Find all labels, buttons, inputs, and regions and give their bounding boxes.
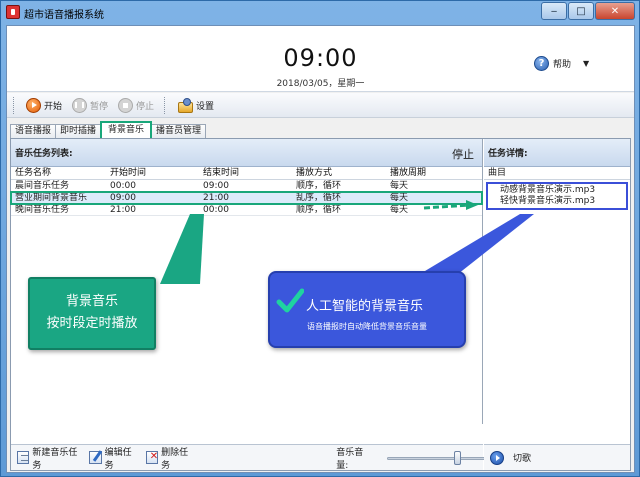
playback-status: 停止 [452,148,474,161]
music-task-list-title: 音乐任务列表: [15,149,73,159]
task-details: 任务详情: 曲目 动感背景音乐演示.mp3 轻快背景音乐演示.mp3 [484,139,630,424]
tab-instant-insert[interactable]: 即时插播 [55,124,102,138]
table-row[interactable]: 晨间音乐任务 00:00 09:00 顺序，循环 每天 [11,180,482,192]
cell-play-cycle: 每天 [390,205,409,215]
next-song-label: 切歌 [513,454,532,464]
close-button[interactable]: ✕ [595,2,635,20]
cell-start-time: 21:00 [110,205,136,215]
caret-down-icon: ▼ [583,59,590,68]
window-controls: ‒ □ ✕ [541,2,635,20]
delete-icon [145,451,159,464]
cell-play-cycle: 每天 [390,193,409,203]
maximize-button[interactable]: □ [568,2,594,20]
green-callout: 背景音乐 按时段定时播放 [28,277,156,350]
table-row[interactable]: 晚间音乐任务 21:00 00:00 顺序，循环 每天 [11,204,482,216]
tab-background-music[interactable]: 背景音乐 [100,121,153,138]
app-window: 超市语音播报系统 ‒ □ ✕ 09:00 2018/03/05，星期一 ? 帮助… [0,0,640,477]
client-area: 09:00 2018/03/05，星期一 ? 帮助 ▼ 开始 暂停 停止 设置 … [6,25,635,473]
list-item[interactable]: 动感背景音乐演示.mp3 [488,185,626,196]
edit-icon [89,451,102,464]
window-title: 超市语音播报系统 [24,10,104,21]
cell-end-time: 00:00 [203,205,229,215]
settings-icon [177,97,194,113]
new-task-icon [17,451,30,464]
minimize-button[interactable]: ‒ [541,2,567,20]
edit-task-label: 编辑任务 [104,447,132,471]
help-label: 帮助 [553,60,572,70]
delete-task-button[interactable]: 删除任务 [145,445,193,471]
cell-task-name: 晚间音乐任务 [15,205,70,215]
delete-task-label: 删除任务 [161,447,189,471]
play-icon [26,97,41,113]
new-task-button[interactable]: 新建音乐任务 [17,445,79,471]
blue-callout-title: 人工智能的背景音乐 [306,299,424,314]
help-icon: ? [534,56,549,71]
stop-button[interactable]: 停止 [118,97,155,113]
pause-icon [72,97,88,113]
green-callout-line-2: 按时段定时播放 [46,316,138,331]
settings-button[interactable]: 设置 [177,97,214,113]
cell-task-name: 营业期间背景音乐 [15,193,88,203]
title-bar[interactable]: 超市语音播报系统 ‒ □ ✕ [1,1,639,23]
help-menu-button[interactable]: ? 帮助 ▼ [534,56,589,71]
volume-slider-track[interactable] [386,456,497,460]
new-task-label: 新建音乐任务 [32,447,78,471]
close-icon: ✕ [610,5,620,17]
cell-play-cycle: 每天 [390,181,409,191]
edit-task-button[interactable]: 编辑任务 [89,445,136,471]
cell-task-name: 晨间音乐任务 [15,181,70,191]
cell-end-time: 21:00 [203,193,229,203]
volume-slider-thumb[interactable] [453,450,461,465]
toolbar-separator [164,96,167,114]
tab-voice-broadcast[interactable]: 语音播报 [10,124,57,138]
volume-slider[interactable] [386,450,497,465]
toolbar: 开始 暂停 停止 设置 [7,93,634,118]
task-table-header: 任务名称 开始时间 结束时间 播放方式 播放周期 [11,167,482,180]
app-logo-icon [6,5,20,19]
blue-callout-subtitle: 语音播报时自动降低背景音乐音量 [307,322,427,331]
song-column-header[interactable]: 曲目 [484,167,630,180]
blue-callout: 人工智能的背景音乐 语音播报时自动降低背景音乐音量 [268,271,466,348]
pause-label: 暂停 [90,101,109,112]
start-button[interactable]: 开始 [26,97,63,113]
tab-strip: 语音播报 即时插播 背景音乐 播音员管理 [10,121,207,138]
start-label: 开始 [44,101,63,112]
stop-label: 停止 [136,101,155,112]
table-row-selected[interactable]: 营业期间背景音乐 09:00 21:00 乱序，循环 每天 [10,191,483,205]
task-details-title: 任务详情: [488,149,528,159]
green-callout-line-1: 背景音乐 [65,294,118,309]
column-header-play-cycle[interactable]: 播放周期 [386,167,481,179]
cell-play-mode: 顺序，循环 [296,205,342,215]
tab-announcer-management[interactable]: 播音员管理 [151,124,207,138]
next-song-button[interactable]: 切歌 [490,450,532,465]
volume-label: 音乐音量: [336,447,364,471]
task-details-header: 任务详情: [484,139,630,167]
cell-play-mode: 乱序，循环 [296,193,342,203]
cell-start-time: 00:00 [110,181,136,191]
column-header-task-name[interactable]: 任务名称 [11,167,106,179]
skip-icon [490,450,504,465]
checkmark-icon [276,288,304,313]
date-display: 2018/03/05，星期一 [276,79,365,89]
column-header-end-time[interactable]: 结束时间 [199,167,292,179]
column-header-start-time[interactable]: 开始时间 [106,167,199,179]
cell-start-time: 09:00 [110,193,136,203]
music-task-list-header: 音乐任务列表: 停止 [11,139,482,167]
stop-icon [118,97,134,113]
column-header-play-mode[interactable]: 播放方式 [292,167,386,179]
clock-header: 09:00 2018/03/05，星期一 ? 帮助 ▼ [7,26,634,92]
maximize-icon: □ [576,5,586,17]
minimize-icon: ‒ [550,5,558,17]
pause-button[interactable]: 暂停 [72,97,109,113]
cell-play-mode: 顺序，循环 [296,181,342,191]
task-actions: 新建音乐任务 编辑任务 删除任务 音乐音量: [11,444,497,471]
bottom-bar: 新建音乐任务 编辑任务 删除任务 音乐音量: [11,424,630,471]
song-list: 动感背景音乐演示.mp3 轻快背景音乐演示.mp3 [486,182,628,210]
list-item[interactable]: 轻快背景音乐演示.mp3 [488,196,626,207]
next-song-area: 切歌 [484,444,630,470]
cell-end-time: 09:00 [203,181,229,191]
toolbar-grip[interactable] [13,96,16,114]
settings-label: 设置 [196,101,215,112]
